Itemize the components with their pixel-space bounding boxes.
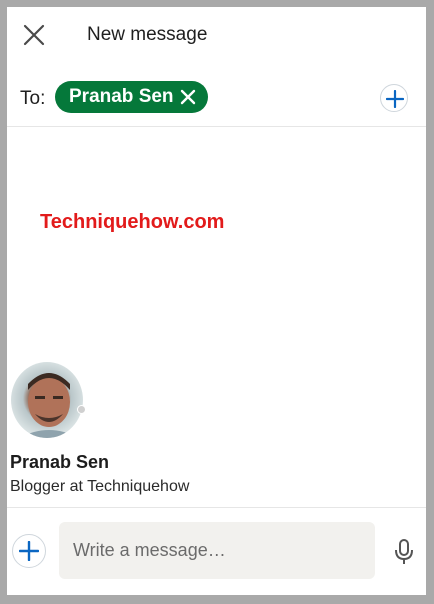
plus-icon <box>19 541 39 561</box>
recipients-row: To: Pranab Sen <box>7 79 426 119</box>
divider <box>7 507 426 508</box>
close-button[interactable] <box>22 23 46 47</box>
profile-headline: Blogger at Techniquehow <box>10 478 190 495</box>
message-input[interactable] <box>59 522 375 579</box>
close-icon <box>23 24 45 46</box>
microphone-button[interactable] <box>394 538 414 566</box>
attach-button[interactable] <box>12 534 46 568</box>
to-label: To: <box>20 88 46 109</box>
profile-name[interactable]: Pranab Sen <box>10 452 109 473</box>
avatar[interactable] <box>11 362 83 438</box>
divider <box>7 126 426 127</box>
watermark-text: Techniquehow.com <box>40 211 225 233</box>
close-icon[interactable] <box>180 89 196 105</box>
page-title: New message <box>87 24 208 45</box>
recipient-chip-label: Pranab Sen <box>69 86 174 107</box>
microphone-icon <box>395 539 413 564</box>
add-recipient-button[interactable] <box>380 84 408 112</box>
recipient-chip[interactable]: Pranab Sen <box>55 81 208 113</box>
presence-dot <box>77 405 86 414</box>
header: New message <box>7 7 426 65</box>
avatar-photo <box>19 373 79 438</box>
plus-icon <box>386 90 404 108</box>
new-message-screen: New message To: Pranab Sen Techniquehow.… <box>7 7 426 595</box>
